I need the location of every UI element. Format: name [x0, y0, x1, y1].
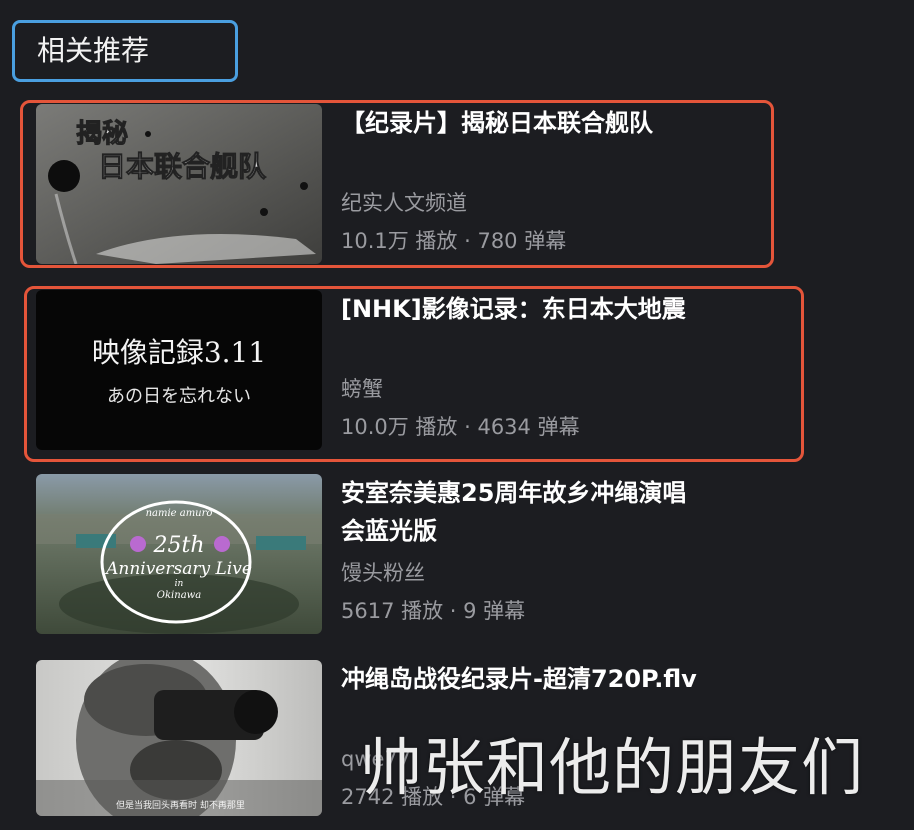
thumbnail-image: 但是当我回头再看时 却不再那里 — [36, 660, 322, 816]
video-uploader[interactable]: 馒头粉丝 — [341, 558, 701, 588]
highlight-box-1 — [20, 100, 774, 268]
related-section-title: 相关推荐 — [12, 20, 238, 82]
watermark-text: 帅张和他的朋友们 — [360, 731, 865, 804]
thumb-text-4: in — [175, 579, 184, 589]
highlight-box-2 — [24, 286, 804, 462]
video-thumbnail[interactable]: namie amuro 25th Anniversary Live in Oki… — [36, 474, 322, 634]
video-thumbnail[interactable]: 但是当我回头再看时 却不再那里 — [36, 660, 322, 816]
thumb-text-1: namie amuro — [146, 508, 213, 519]
video-title[interactable]: 冲绳岛战役纪录片-超清720P.flv — [341, 660, 701, 736]
thumb-text-3: Anniversary Live — [104, 559, 252, 579]
thumb-subtitle: 但是当我回头再看时 却不再那里 — [116, 799, 245, 811]
thumbnail-image: namie amuro 25th Anniversary Live in Oki… — [36, 474, 322, 634]
thumb-text-2: 25th — [152, 533, 204, 558]
video-stats: 5617 播放 · 9 弹幕 — [341, 599, 526, 623]
video-card-3[interactable]: namie amuro 25th Anniversary Live in Oki… — [0, 474, 914, 644]
video-title[interactable]: 安室奈美惠25周年故乡冲绳演唱会蓝光版 — [341, 474, 701, 550]
thumb-text-5: Okinawa — [157, 590, 201, 601]
